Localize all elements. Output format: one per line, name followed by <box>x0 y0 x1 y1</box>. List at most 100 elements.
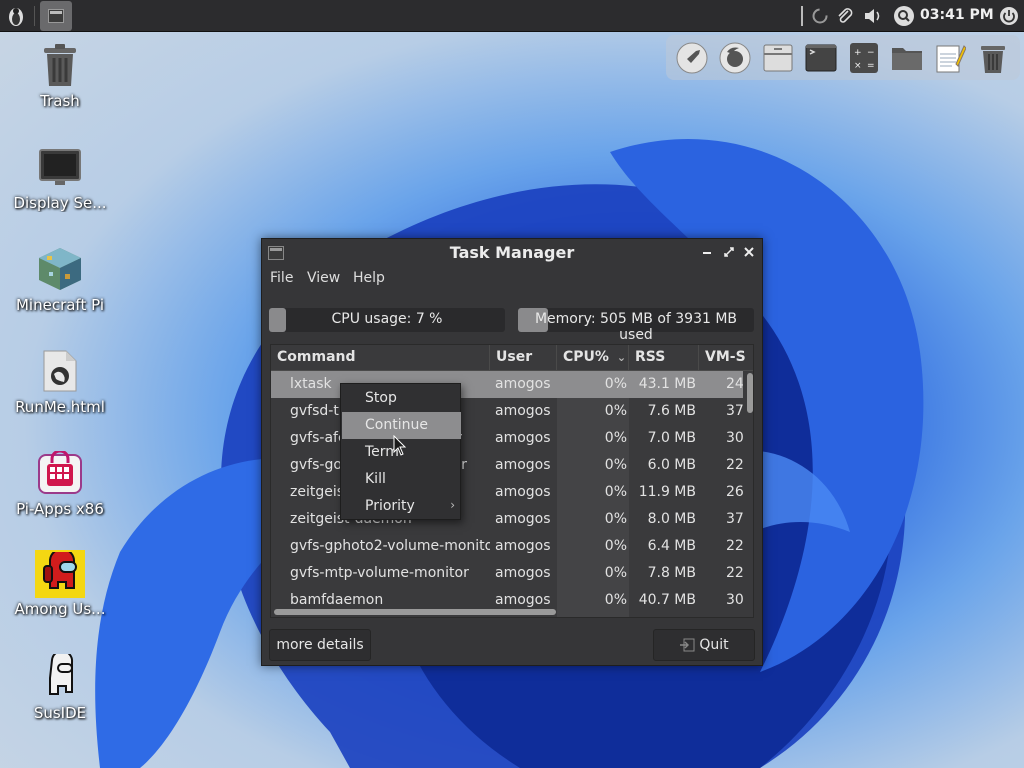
column-header-rss[interactable]: RSS <box>629 345 699 371</box>
cpu-usage-text: CPU usage: 7 % <box>331 311 443 327</box>
desktop-icon-suside[interactable]: SusIDE <box>5 652 115 722</box>
cell-vm-size: 24 <box>726 376 744 392</box>
html-file-icon <box>35 346 85 396</box>
cell-user: amogos <box>495 592 551 608</box>
table-row[interactable]: gvfs-gphoto2-volume-monitor amogos 0% 6.… <box>271 533 744 560</box>
desktop-icon-label: Pi-Apps x86 <box>16 500 104 518</box>
cpu-usage-meter: CPU usage: 7 % <box>269 308 505 332</box>
firefox-icon[interactable] <box>717 40 753 76</box>
minecraft-icon <box>35 244 85 294</box>
paperclip-icon[interactable] <box>832 3 858 29</box>
desktop-icon-display-settings[interactable]: Display Se... <box>5 142 115 212</box>
terminal-icon[interactable] <box>803 40 839 76</box>
cell-cpu: 0% <box>604 484 627 500</box>
cell-vm-size: 30 <box>726 430 744 446</box>
pi-apps-icon <box>35 448 85 498</box>
cell-user: amogos <box>495 538 551 554</box>
power-icon[interactable] <box>996 3 1022 29</box>
cell-user: amogos <box>495 484 551 500</box>
file-cabinet-icon[interactable] <box>760 40 796 76</box>
cell-user: amogos <box>495 403 551 419</box>
close-icon[interactable] <box>740 243 758 261</box>
column-header-cpu[interactable]: CPU% ⌄ <box>557 345 629 371</box>
app-menu-icon[interactable] <box>3 3 29 29</box>
submenu-arrow-icon: › <box>450 498 455 512</box>
column-header-user[interactable]: User <box>490 345 557 371</box>
desktop-icon-label: Among Us... <box>14 600 106 618</box>
quit-button[interactable]: Quit <box>653 629 755 661</box>
cell-vm-size: 37 <box>726 403 744 419</box>
cell-rss: 6.0 MB <box>647 457 696 473</box>
context-menu-label: Kill <box>365 471 386 487</box>
context-menu-label: Stop <box>365 390 397 406</box>
cell-cpu: 0% <box>604 430 627 446</box>
cell-rss: 7.6 MB <box>647 403 696 419</box>
cell-user: amogos <box>495 430 551 446</box>
vertical-scrollbar[interactable] <box>747 371 753 617</box>
cell-user: amogos <box>495 457 551 473</box>
context-menu-stop[interactable]: Stop <box>342 385 461 412</box>
desktop-icon-label: SusIDE <box>33 704 87 722</box>
more-details-button[interactable]: more details <box>269 629 371 661</box>
among-us-icon <box>35 550 85 598</box>
minimize-icon[interactable] <box>698 243 716 261</box>
desktop-icon-runme-html[interactable]: RunMe.html <box>5 346 115 416</box>
desktop-icon-pi-apps[interactable]: Pi-Apps x86 <box>5 448 115 518</box>
title-bar[interactable]: Task Manager <box>262 239 762 265</box>
cell-command: gvfs-mtp-volume-monitor <box>290 565 469 581</box>
volume-icon[interactable] <box>860 3 886 29</box>
desktop-icon-among-us[interactable]: Among Us... <box>5 550 115 618</box>
context-menu-kill[interactable]: Kill <box>342 466 461 493</box>
menu-view[interactable]: View <box>307 270 340 286</box>
cell-rss: 7.8 MB <box>647 565 696 581</box>
cell-user: amogos <box>495 511 551 527</box>
calculator-icon[interactable]: + − × = <box>846 40 882 76</box>
menu-help[interactable]: Help <box>353 270 385 286</box>
cell-cpu: 0% <box>604 376 627 392</box>
cell-rss: 40.7 MB <box>638 592 696 608</box>
desktop-icon-minecraft-pi[interactable]: Minecraft Pi <box>5 244 115 314</box>
maximize-icon[interactable] <box>720 243 738 261</box>
horizontal-scrollbar-thumb[interactable] <box>274 609 556 615</box>
column-header-cpu-label: CPU% <box>563 349 609 365</box>
cell-user: amogos <box>495 565 551 581</box>
context-menu-label: Priority <box>365 498 415 514</box>
memory-usage-text: Memory: 505 MB of 3931 MB used <box>534 311 738 343</box>
panel-separator <box>801 6 803 26</box>
vertical-scrollbar-thumb[interactable] <box>747 373 753 413</box>
svg-text:+: + <box>854 48 862 58</box>
cell-cpu: 0% <box>604 511 627 527</box>
file-manager-icon[interactable] <box>889 40 925 76</box>
top-panel: 03:41 PM <box>0 0 1024 32</box>
context-menu-priority[interactable]: Priority › <box>342 493 461 520</box>
svg-text:−: − <box>867 48 875 58</box>
memory-usage-meter: Memory: 505 MB of 3931 MB used <box>518 308 754 343</box>
text-editor-icon[interactable] <box>932 40 968 76</box>
cell-rss: 11.9 MB <box>638 484 696 500</box>
panel-clock[interactable]: 03:41 PM <box>920 7 994 23</box>
cell-rss: 7.0 MB <box>647 430 696 446</box>
column-header-vm-size[interactable]: VM-S <box>699 345 753 371</box>
window-button-icon[interactable] <box>40 1 72 31</box>
cell-cpu: 0% <box>604 565 627 581</box>
cell-vm-size: 22 <box>726 565 744 581</box>
menu-file[interactable]: File <box>270 270 293 286</box>
desktop-icon-label: Trash <box>40 92 80 110</box>
cell-rss: 6.4 MB <box>647 538 696 554</box>
column-header-command[interactable]: Command <box>271 345 490 371</box>
desktop-icon-trash[interactable]: Trash <box>5 40 115 110</box>
rocket-launcher-icon[interactable] <box>674 40 710 76</box>
exit-icon <box>680 638 695 652</box>
trash-icon[interactable] <box>975 40 1011 76</box>
cell-cpu: 0% <box>604 403 627 419</box>
cell-vm-size: 26 <box>726 484 744 500</box>
cell-vm-size: 37 <box>726 511 744 527</box>
menu-bar: File View Help <box>262 267 762 291</box>
svg-text:=: = <box>867 61 875 71</box>
table-row[interactable]: gvfs-mtp-volume-monitor amogos 0% 7.8 MB… <box>271 560 744 587</box>
cell-rss: 43.1 MB <box>638 376 696 392</box>
monitor-icon <box>35 142 85 192</box>
sort-descending-icon: ⌄ <box>616 351 627 364</box>
search-icon[interactable] <box>891 3 917 29</box>
cell-vm-size: 30 <box>726 592 744 608</box>
